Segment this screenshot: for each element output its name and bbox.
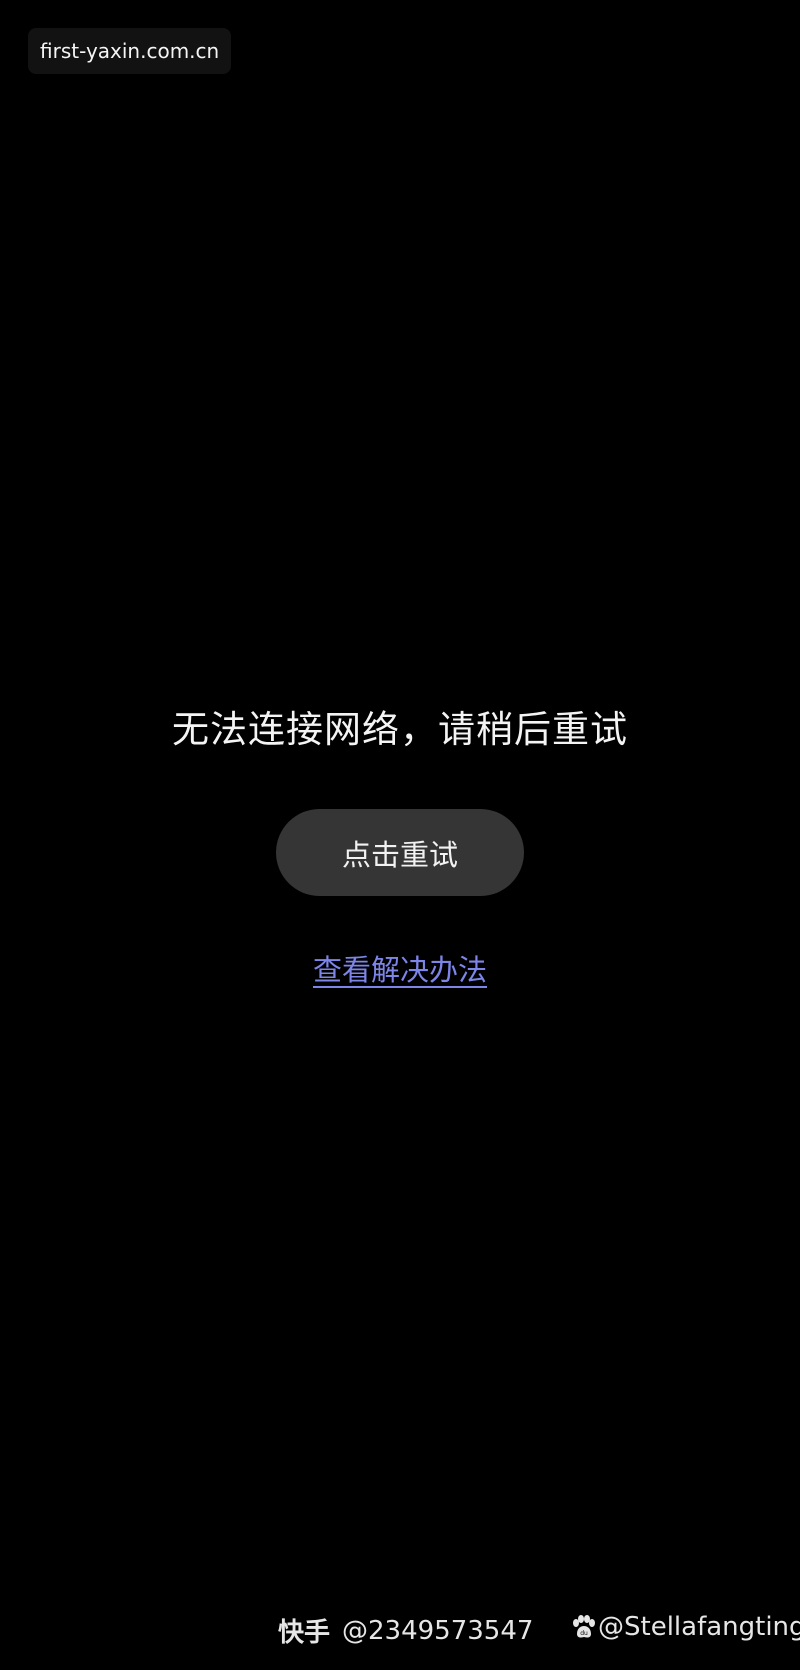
svg-text:du: du [580, 1630, 588, 1637]
retry-button[interactable]: 点击重试 [276, 809, 524, 896]
error-message: 无法连接网络，请稍后重试 [172, 708, 628, 751]
kuaishou-watermark: 快手 @2349573547 [278, 1612, 533, 1649]
kuaishou-brand: 快手 [278, 1618, 331, 1648]
retry-button-label: 点击重试 [341, 837, 458, 872]
url-label: first-yaxin.com.cn [28, 28, 232, 74]
solution-link-container: 查看解决办法 [0, 950, 800, 990]
kuaishou-handle: @2349573547 [342, 1615, 534, 1646]
baidu-watermark: du @Stellafangting [570, 1612, 800, 1642]
url-text: first-yaxin.com.cn [40, 39, 220, 63]
baidu-handle: @Stellafangting [598, 1612, 800, 1642]
view-solution-link[interactable]: 查看解决办法 [313, 953, 487, 987]
watermark-row: 快手 @2349573547 du @Stellafangting [0, 1604, 800, 1658]
paw-icon: du [573, 1615, 595, 1638]
